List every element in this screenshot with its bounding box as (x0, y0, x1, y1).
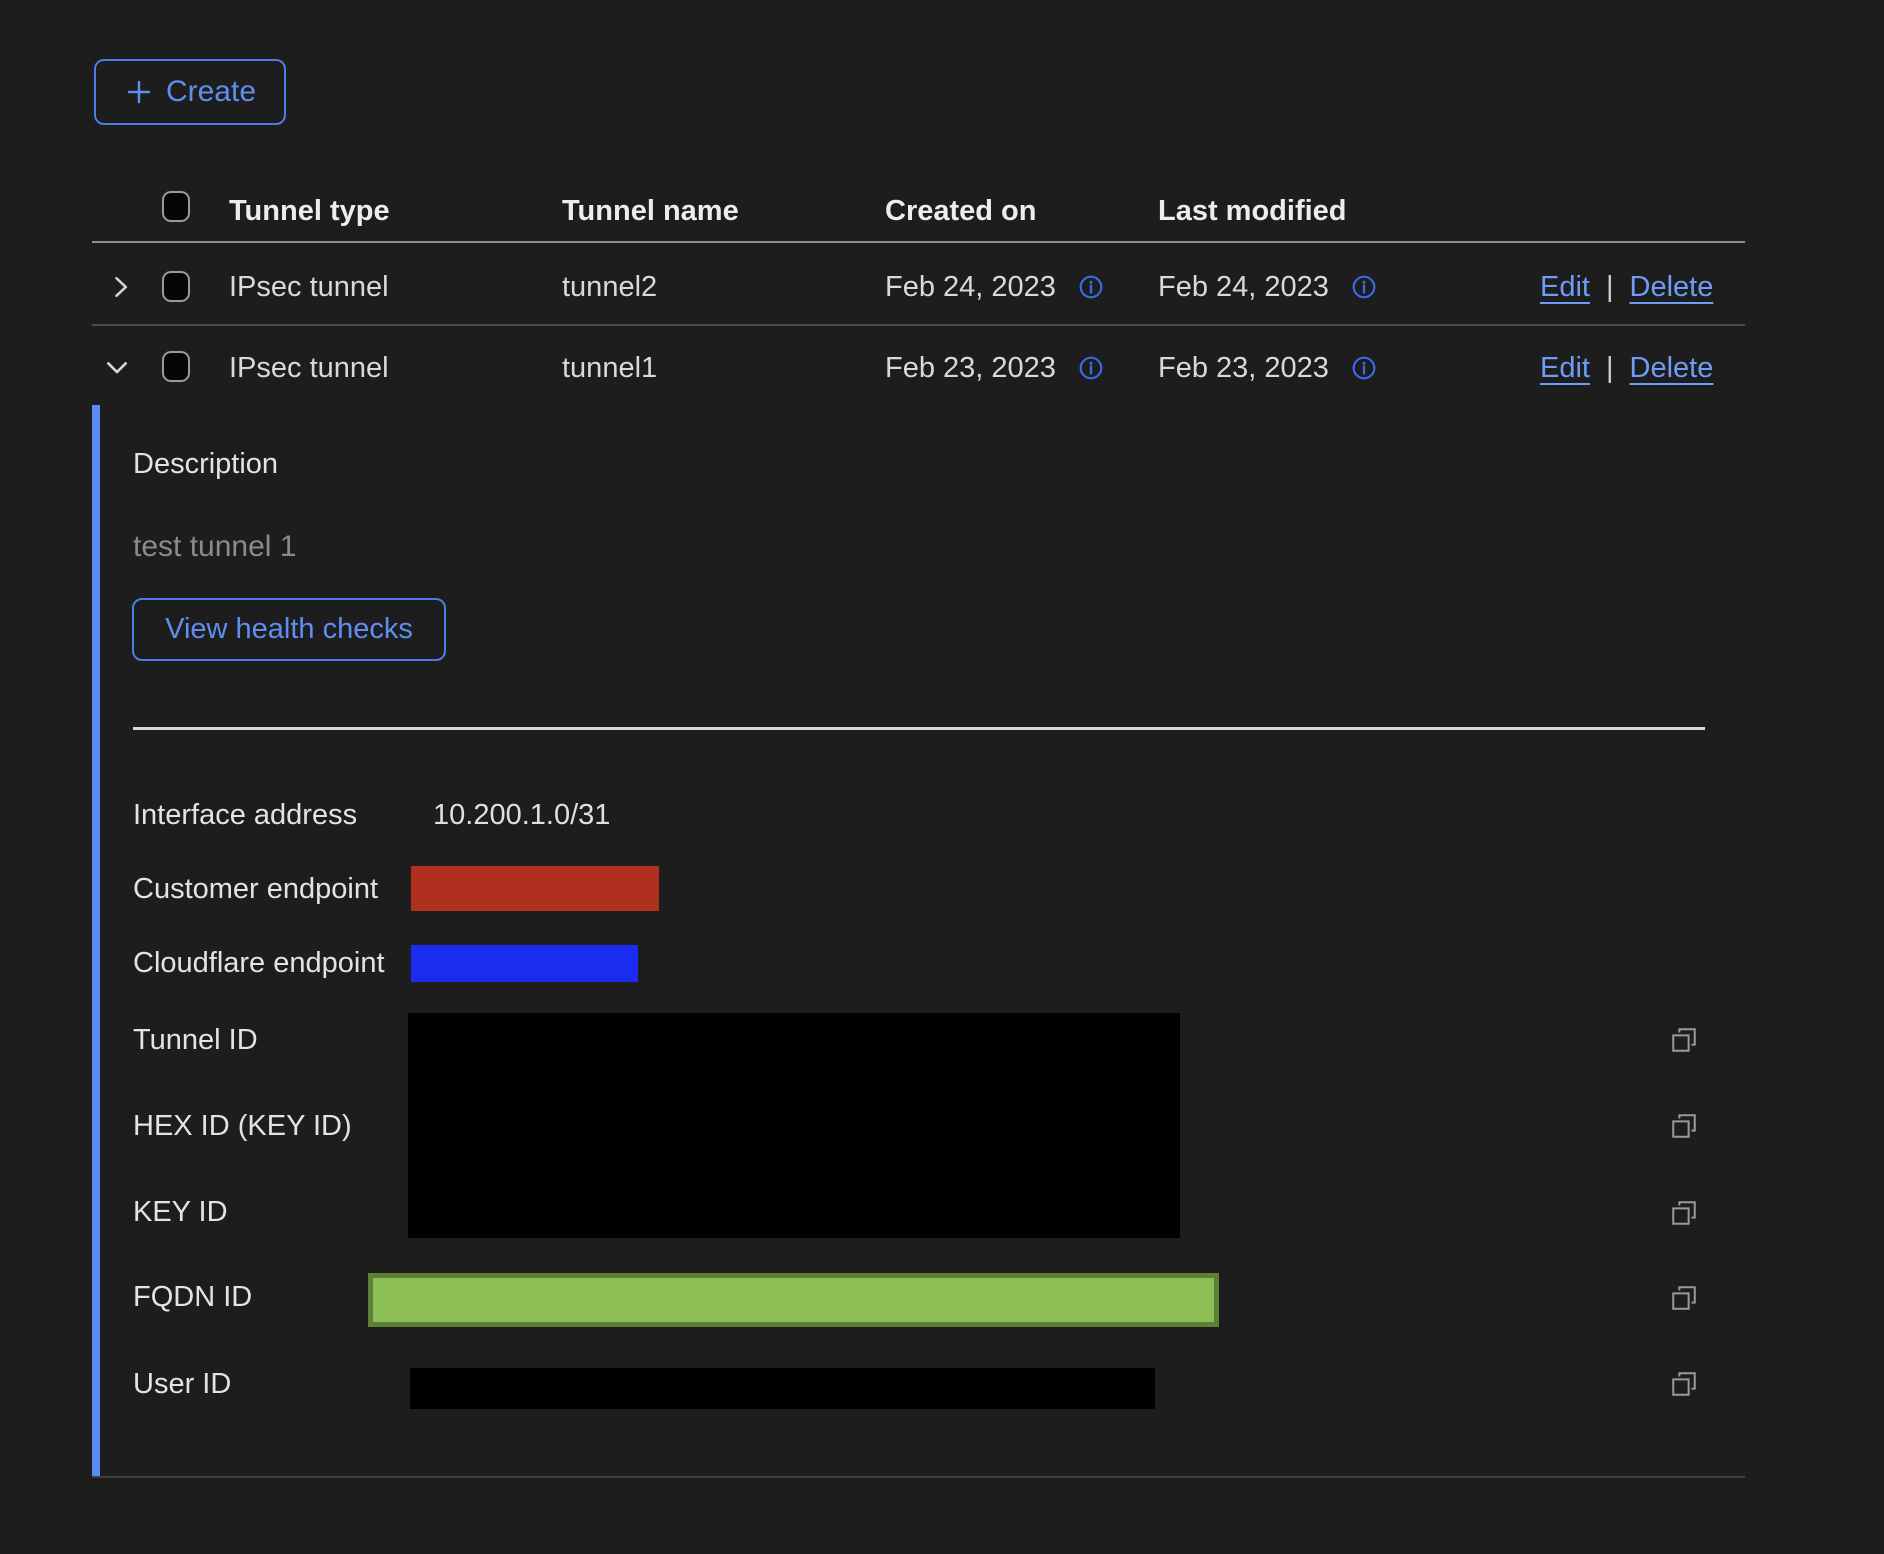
user-id-redacted-value (410, 1368, 1155, 1409)
key-id-label: KEY ID (133, 1198, 228, 1227)
ipsec-tunnels-page: Create Tunnel type Tunnel name Created o… (0, 0, 1884, 1554)
copy-fqdn-id-icon[interactable] (1669, 1283, 1699, 1313)
interface-address-label: Interface address (133, 801, 357, 830)
interface-address-value: 10.200.1.0/31 (433, 801, 610, 830)
hex-id-label: HEX ID (KEY ID) (133, 1112, 352, 1141)
user-id-label: User ID (133, 1370, 231, 1399)
description-value: test tunnel 1 (133, 532, 296, 562)
copy-tunnel-id-icon[interactable] (1669, 1025, 1699, 1055)
view-health-checks-button[interactable]: View health checks (132, 598, 446, 661)
cloudflare-endpoint-redacted-value (411, 945, 638, 982)
ids-redacted-value (408, 1013, 1180, 1238)
section-divider (133, 727, 1705, 730)
fqdn-id-label: FQDN ID (133, 1283, 252, 1312)
copy-user-id-icon[interactable] (1669, 1369, 1699, 1399)
customer-endpoint-redacted-value (411, 866, 659, 911)
description-label: Description (133, 450, 278, 479)
copy-key-id-icon[interactable] (1669, 1198, 1699, 1228)
expanded-row-indicator-bar (92, 405, 100, 1476)
customer-endpoint-label: Customer endpoint (133, 875, 378, 904)
cloudflare-endpoint-label: Cloudflare endpoint (133, 949, 385, 978)
panel-bottom-divider (92, 1476, 1745, 1478)
view-health-checks-label: View health checks (165, 615, 413, 644)
copy-hex-id-icon[interactable] (1669, 1111, 1699, 1141)
tunnel-detail-panel: Description test tunnel 1 View health ch… (0, 0, 1884, 1554)
fqdn-id-redacted-value (368, 1273, 1219, 1327)
tunnel-id-label: Tunnel ID (133, 1026, 258, 1055)
